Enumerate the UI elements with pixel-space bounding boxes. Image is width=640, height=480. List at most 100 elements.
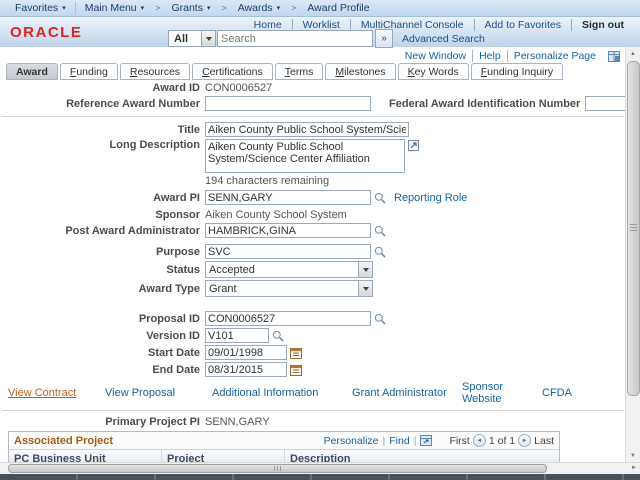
first-label[interactable]: First bbox=[449, 435, 469, 447]
breadcrumb: Favorites ▾ Main Menu ▾ > Grants ▾ > Awa… bbox=[0, 0, 640, 17]
purpose-input[interactable] bbox=[205, 244, 371, 259]
add-to-favorites-link[interactable]: Add to Favorites bbox=[475, 19, 572, 31]
main-header: ORACLE Home Worklist MultiChannel Consol… bbox=[0, 17, 640, 48]
vertical-scroll-thumb[interactable] bbox=[627, 61, 640, 396]
lookup-icon[interactable] bbox=[374, 192, 386, 204]
tab-funding-inquiry[interactable]: Funding Inquiry bbox=[470, 63, 564, 80]
search-bar: All » Advanced Search bbox=[168, 29, 485, 48]
status-row: Status Accepted bbox=[0, 261, 626, 278]
sign-out-link[interactable]: Sign out bbox=[572, 19, 634, 31]
lookup-icon[interactable] bbox=[374, 246, 386, 258]
post-award-admin-input[interactable] bbox=[205, 223, 371, 238]
lookup-icon[interactable] bbox=[374, 313, 386, 325]
version-id-label: Version ID bbox=[146, 329, 200, 342]
breadcrumb-separator-icon: > bbox=[155, 3, 161, 13]
tab-award[interactable]: Award bbox=[6, 63, 58, 80]
award-pi-row: Award PI Reporting Role bbox=[0, 190, 626, 205]
award-pi-label: Award PI bbox=[153, 191, 200, 204]
sponsor-website-link[interactable]: Sponsor Website bbox=[462, 381, 503, 405]
cfda-link[interactable]: CFDA bbox=[542, 387, 572, 399]
chevron-down-icon[interactable] bbox=[358, 281, 372, 296]
status-select[interactable]: Accepted bbox=[205, 261, 373, 278]
federal-award-id-label: Federal Award Identification Number bbox=[389, 97, 581, 110]
main-menu[interactable]: Main Menu ▾ bbox=[76, 2, 153, 14]
long-description-label: Long Description bbox=[109, 139, 200, 151]
vertical-scrollbar[interactable]: ▲ ▼ bbox=[625, 47, 640, 463]
chevron-down-icon: ▾ bbox=[140, 5, 145, 12]
personalize-grid-icon[interactable] bbox=[602, 50, 620, 62]
award-form: Award ID CON0006527 Reference Award Numb… bbox=[0, 82, 640, 480]
end-date-input[interactable] bbox=[205, 362, 287, 377]
status-label: Status bbox=[166, 263, 200, 276]
personalize-page-link[interactable]: Personalize Page bbox=[508, 50, 602, 62]
breadcrumb-award-profile: Award Profile bbox=[307, 2, 370, 14]
last-label[interactable]: Last bbox=[534, 435, 554, 447]
scroll-right-icon[interactable]: ► bbox=[629, 463, 639, 473]
award-type-select[interactable]: Grant bbox=[205, 280, 373, 297]
breadcrumb-separator-icon: > bbox=[221, 3, 227, 13]
lookup-icon[interactable] bbox=[374, 225, 386, 237]
help-link[interactable]: Help bbox=[473, 50, 508, 62]
favorites-menu[interactable]: Favorites ▾ bbox=[6, 2, 76, 14]
advanced-search-link[interactable]: Advanced Search bbox=[402, 33, 485, 45]
award-id-row: Award ID CON0006527 bbox=[0, 82, 626, 94]
characters-remaining: 194 characters remaining bbox=[205, 175, 330, 187]
award-type-row: Award Type Grant bbox=[0, 280, 626, 297]
purpose-row: Purpose bbox=[0, 244, 626, 259]
primary-project-pi-label: Primary Project PI bbox=[105, 416, 200, 428]
expand-icon[interactable] bbox=[408, 140, 419, 151]
scroll-up-icon[interactable]: ▲ bbox=[627, 48, 639, 60]
start-date-input[interactable] bbox=[205, 345, 287, 360]
search-scope-select[interactable]: All bbox=[168, 30, 216, 47]
title-input[interactable] bbox=[205, 122, 409, 137]
scroll-down-icon[interactable]: ▼ bbox=[627, 450, 639, 462]
calendar-icon[interactable] bbox=[290, 364, 302, 376]
breadcrumb-awards[interactable]: Awards ▾ bbox=[229, 2, 289, 14]
additional-information-link[interactable]: Additional Information bbox=[212, 387, 318, 399]
reference-award-number-input[interactable] bbox=[205, 96, 371, 111]
chevron-down-icon: ▾ bbox=[276, 5, 281, 12]
status-value: Accepted bbox=[209, 263, 255, 276]
tab-funding[interactable]: Funding bbox=[59, 63, 118, 80]
page-info: 1 of 1 bbox=[488, 434, 516, 447]
reference-award-number-label: Reference Award Number bbox=[66, 97, 200, 110]
chevron-down-icon[interactable] bbox=[201, 31, 215, 46]
horizontal-scroll-thumb[interactable] bbox=[8, 464, 547, 473]
reporting-role-link[interactable]: Reporting Role bbox=[394, 192, 467, 204]
previous-page-icon[interactable]: ◄ bbox=[472, 434, 486, 447]
long-description-textarea[interactable]: Aiken County Public School System/Scienc… bbox=[205, 139, 405, 173]
search-go-icon[interactable]: » bbox=[375, 29, 393, 48]
horizontal-scrollbar[interactable]: ► bbox=[0, 462, 640, 474]
award-id-value: CON0006527 bbox=[205, 82, 273, 94]
zoom-grid-icon[interactable] bbox=[420, 435, 433, 446]
lookup-icon[interactable] bbox=[272, 330, 284, 342]
next-page-icon[interactable]: ► bbox=[518, 434, 532, 447]
personalize-link[interactable]: Personalize bbox=[324, 435, 379, 447]
award-id-label: Award ID bbox=[152, 82, 200, 94]
proposal-id-input[interactable] bbox=[205, 311, 371, 326]
view-proposal-link[interactable]: View Proposal bbox=[105, 387, 175, 399]
view-contract-link[interactable]: View Contract bbox=[8, 387, 76, 399]
version-id-input[interactable] bbox=[205, 328, 269, 343]
grant-administrator-link[interactable]: Grant Administrator bbox=[352, 387, 447, 399]
long-description-row: Long Description Aiken County Public Sch… bbox=[0, 139, 626, 173]
page-actions: New Window Help Personalize Page bbox=[399, 50, 620, 62]
calendar-icon[interactable] bbox=[290, 347, 302, 359]
search-input[interactable] bbox=[217, 30, 373, 47]
award-pi-input[interactable] bbox=[205, 190, 371, 205]
tab-milestones[interactable]: Milestones bbox=[325, 63, 396, 80]
proposal-id-row: Proposal ID bbox=[0, 311, 626, 326]
post-award-admin-label: Post Award Administrator bbox=[65, 224, 200, 237]
tab-key-words[interactable]: Key Words bbox=[397, 63, 469, 80]
divider: | bbox=[382, 434, 386, 447]
awards-label: Awards bbox=[237, 2, 273, 14]
breadcrumb-separator-icon: > bbox=[291, 3, 297, 13]
tab-resources[interactable]: Resources bbox=[119, 63, 191, 80]
main-menu-label: Main Menu bbox=[84, 2, 137, 14]
new-window-link[interactable]: New Window bbox=[399, 50, 474, 62]
chevron-down-icon[interactable] bbox=[358, 262, 372, 277]
tab-certifications[interactable]: Certifications bbox=[192, 63, 273, 80]
breadcrumb-grants[interactable]: Grants ▾ bbox=[162, 2, 219, 14]
find-link[interactable]: Find bbox=[389, 435, 409, 447]
tab-terms[interactable]: Terms bbox=[274, 63, 324, 80]
